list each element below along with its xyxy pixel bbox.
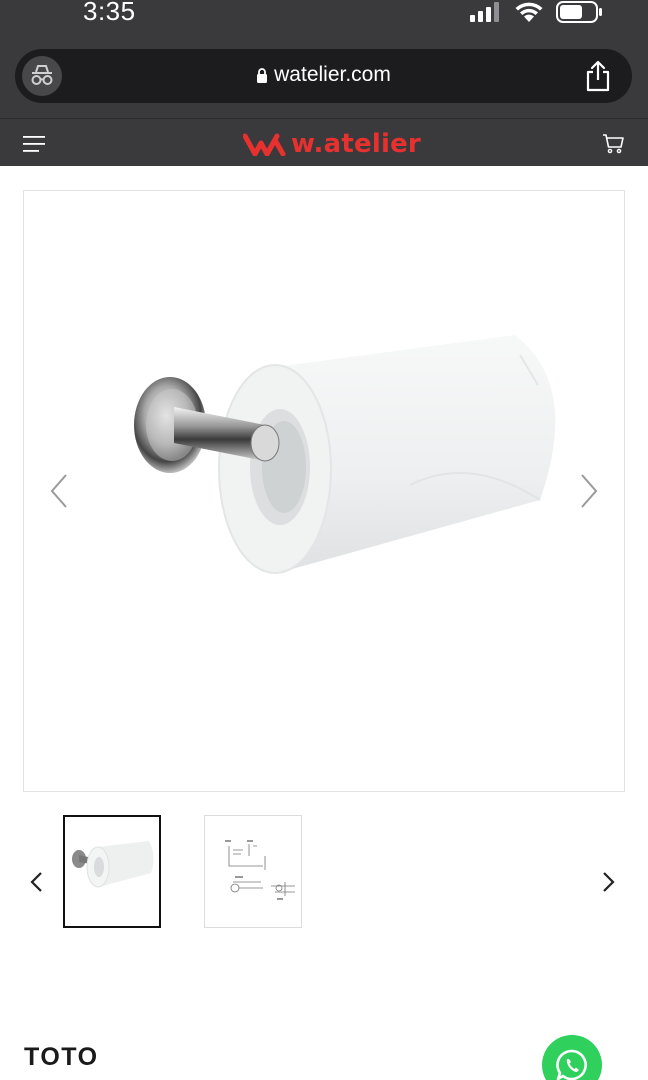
whatsapp-button[interactable] — [542, 1035, 602, 1080]
hamburger-menu-icon[interactable] — [23, 135, 45, 153]
site-logo[interactable]: w.atelier — [243, 129, 421, 159]
battery-icon — [556, 1, 602, 23]
address-bar[interactable]: watelier.com — [15, 49, 632, 103]
thumbnail-drawing-image — [225, 840, 295, 900]
thumbnail-strip — [0, 815, 648, 928]
thumbnail-next-icon[interactable] — [599, 871, 617, 893]
chevron-right-icon[interactable] — [578, 473, 600, 509]
thumbnail-technical-drawing[interactable] — [204, 815, 302, 928]
status-icons — [470, 0, 602, 24]
logo-text: w.atelier — [291, 129, 421, 159]
browser-chrome: 3:35 watelier.com — [0, 0, 648, 118]
whatsapp-icon — [556, 1049, 587, 1080]
thumbnail-roll-image — [72, 841, 154, 888]
site-header: w.atelier — [0, 118, 648, 166]
url-text: watelier.com — [274, 63, 391, 86]
thumbnail-prev-icon[interactable] — [28, 871, 46, 893]
thumbnail-product-photo[interactable] — [63, 815, 161, 928]
url-display[interactable]: watelier.com — [15, 63, 632, 87]
chevron-left-icon[interactable] — [48, 473, 70, 509]
main-product-image[interactable] — [23, 190, 625, 792]
wifi-icon — [515, 2, 543, 22]
cellular-signal-icon — [470, 2, 499, 22]
toilet-paper-holder-image — [134, 335, 556, 574]
lock-icon — [257, 68, 268, 83]
product-brand: TOTO — [24, 1043, 99, 1071]
logo-mark-icon — [243, 133, 286, 156]
cart-icon[interactable] — [602, 132, 624, 154]
status-time: 3:35 — [83, 0, 136, 26]
share-icon[interactable] — [584, 60, 612, 92]
